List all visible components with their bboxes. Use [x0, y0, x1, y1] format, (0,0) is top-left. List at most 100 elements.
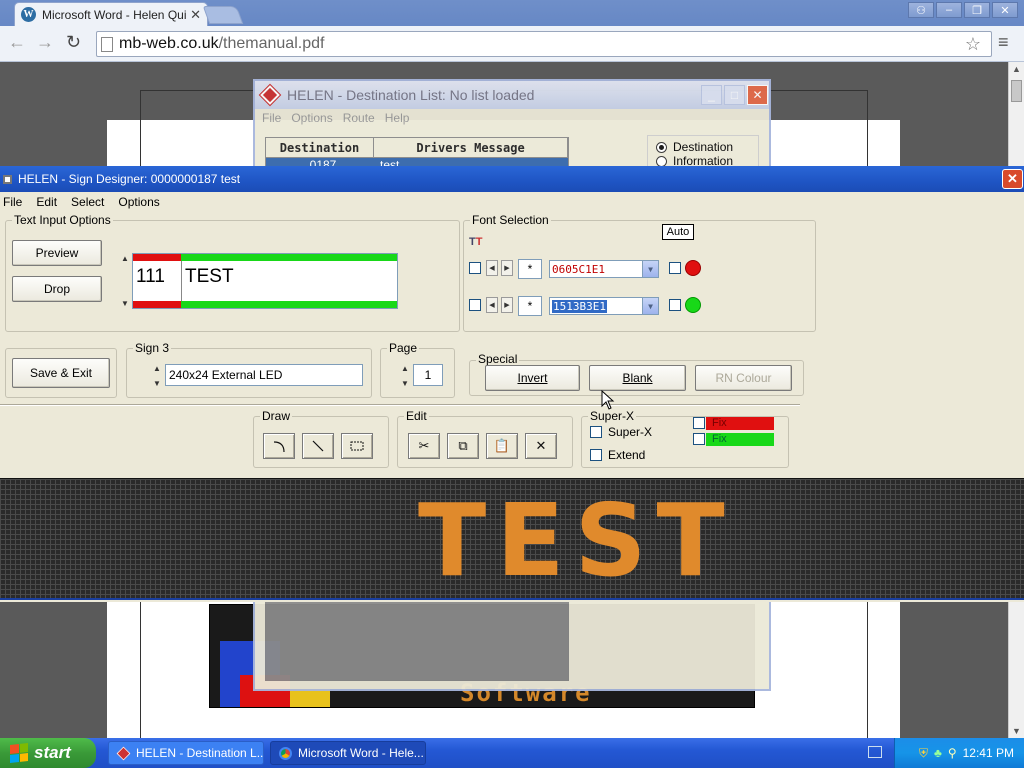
radio-destination[interactable]: Destination: [656, 140, 750, 154]
red-bar-bottom: [133, 301, 181, 308]
close-button[interactable]: ✕: [747, 85, 768, 105]
font-icon[interactable]: TT: [469, 236, 482, 248]
back-icon[interactable]: ←: [8, 32, 26, 53]
blank-button[interactable]: Blank: [589, 365, 686, 391]
extend-label: Extend: [608, 448, 646, 462]
close-icon: ✕: [535, 438, 547, 453]
font1-checkbox[interactable]: [469, 262, 481, 274]
radio-selected-icon: [656, 142, 667, 154]
close-button[interactable]: ✕: [1002, 169, 1023, 189]
page-number-field[interactable]: 1: [413, 364, 443, 386]
draw-curve-tool[interactable]: [263, 433, 295, 459]
up-arrow-icon[interactable]: ▲: [121, 254, 129, 263]
superx-checkbox[interactable]: [590, 426, 602, 438]
menu-help[interactable]: Help: [385, 111, 410, 125]
helen-app-icon: [116, 746, 131, 760]
save-exit-button[interactable]: Save & Exit: [12, 358, 110, 388]
line-spinner[interactable]: ▲ ▼: [118, 254, 132, 308]
url-path: /themanual.pdf: [218, 35, 325, 52]
down-arrow-icon[interactable]: ▼: [153, 379, 161, 388]
wrench-menu-icon[interactable]: ≡: [998, 32, 1009, 53]
font2-checkbox[interactable]: [469, 299, 481, 311]
menu-route[interactable]: Route: [343, 111, 375, 125]
text-input-label: Text Input Options: [12, 213, 113, 227]
led-sign-preview[interactable]: TEST: [0, 478, 1024, 600]
line-number-field[interactable]: 111: [136, 266, 165, 288]
font1-next-button[interactable]: ▶: [501, 260, 513, 276]
taskbar-item-chrome[interactable]: Microsoft Word - Hele...: [270, 741, 426, 765]
col-drivers-message[interactable]: Drivers Message: [374, 138, 568, 157]
shield-icon[interactable]: ⛨: [919, 746, 928, 761]
menu-options[interactable]: Options: [118, 195, 159, 209]
close-tab-icon[interactable]: ✕: [190, 7, 201, 23]
new-tab-button[interactable]: [202, 6, 244, 24]
font1-select[interactable]: 0605C1E1 ▼: [549, 260, 659, 278]
green-colour-icon[interactable]: [685, 297, 701, 313]
minimize-button[interactable]: –: [936, 2, 962, 18]
menu-edit[interactable]: Edit: [36, 195, 57, 209]
font1-colour-checkbox[interactable]: [669, 262, 681, 274]
chevron-down-icon[interactable]: ▼: [642, 261, 658, 277]
fix-red-checkbox[interactable]: [693, 417, 705, 429]
bookmark-star-icon[interactable]: ☆: [965, 34, 981, 55]
preview-button[interactable]: Preview: [12, 240, 102, 266]
up-arrow-icon[interactable]: ▲: [153, 364, 161, 373]
up-arrow-icon[interactable]: ▲: [401, 364, 409, 373]
font2-prev-button[interactable]: ◀: [486, 297, 498, 313]
chevron-down-icon[interactable]: ▼: [642, 298, 658, 314]
draw-line-tool[interactable]: [302, 433, 334, 459]
restore-button[interactable]: ❐: [964, 2, 990, 18]
sign-type-field[interactable]: 240x24 External LED: [165, 364, 363, 386]
font2-next-button[interactable]: ▶: [501, 297, 513, 313]
maximize-button[interactable]: □: [724, 85, 745, 105]
reload-icon[interactable]: ↻: [66, 32, 81, 53]
font2-colour-checkbox[interactable]: [669, 299, 681, 311]
red-colour-icon[interactable]: [685, 260, 701, 276]
invert-button[interactable]: Invert: [485, 365, 580, 391]
close-window-button[interactable]: ✕: [992, 2, 1018, 18]
auto-button[interactable]: Auto: [662, 224, 694, 240]
browser-tab[interactable]: W Microsoft Word - Helen Quick ✕: [14, 2, 208, 26]
sign-designer-titlebar[interactable]: HELEN - Sign Designer: 0000000187 test: [0, 166, 1024, 192]
search-icon[interactable]: ⚲: [948, 746, 957, 760]
user-icon[interactable]: ⚇: [908, 2, 934, 18]
delete-button[interactable]: ✕: [525, 433, 557, 459]
taskbar-item-helen[interactable]: HELEN - Destination L...: [108, 741, 264, 765]
scroll-down-icon[interactable]: ▼: [1012, 726, 1021, 736]
menu-file[interactable]: File: [262, 111, 281, 125]
address-bar[interactable]: mb-web.co.uk /themanual.pdf ☆: [96, 31, 992, 57]
font1-star-field[interactable]: *: [518, 259, 542, 279]
line-text-field[interactable]: TEST: [185, 266, 234, 288]
page-spinner[interactable]: ▲ ▼: [398, 364, 412, 388]
minimize-button[interactable]: _: [701, 85, 722, 105]
extend-checkbox[interactable]: [590, 449, 602, 461]
font2-star-field[interactable]: *: [518, 296, 542, 316]
font2-select[interactable]: 1513B3E1 ▼: [549, 297, 659, 315]
drop-button[interactable]: Drop: [12, 276, 102, 302]
down-arrow-icon[interactable]: ▼: [401, 379, 409, 388]
keyboard-icon[interactable]: [868, 746, 882, 758]
menu-options[interactable]: Options: [291, 111, 332, 125]
copy-button[interactable]: ⧉: [447, 433, 479, 459]
text-line-editor[interactable]: 111 TEST: [132, 253, 398, 309]
rn-colour-button[interactable]: RN Colour: [695, 365, 792, 391]
menu-select[interactable]: Select: [71, 195, 104, 209]
draw-rectangle-tool[interactable]: [341, 433, 373, 459]
menu-file[interactable]: File: [3, 195, 22, 209]
forward-icon[interactable]: →: [36, 32, 54, 53]
destination-window-titlebar[interactable]: HELEN - Destination List: No list loaded…: [255, 81, 769, 109]
down-arrow-icon[interactable]: ▼: [121, 299, 129, 308]
sign-spinner[interactable]: ▲ ▼: [150, 364, 164, 388]
sign-label: Sign 3: [133, 341, 172, 355]
fix-green-checkbox[interactable]: [693, 433, 705, 445]
system-tray: ⛨ ♣ ⚲ 12:41 PM: [894, 738, 1024, 768]
scroll-up-icon[interactable]: ▲: [1012, 64, 1021, 74]
font1-prev-button[interactable]: ◀: [486, 260, 498, 276]
network-icon[interactable]: ♣: [934, 746, 942, 760]
scroll-thumb[interactable]: [1011, 80, 1022, 102]
start-button[interactable]: start: [0, 738, 96, 768]
cut-button[interactable]: ✂: [408, 433, 440, 459]
clock[interactable]: 12:41 PM: [963, 746, 1014, 760]
col-destination[interactable]: Destination: [266, 138, 374, 157]
paste-button[interactable]: 📋: [486, 433, 518, 459]
